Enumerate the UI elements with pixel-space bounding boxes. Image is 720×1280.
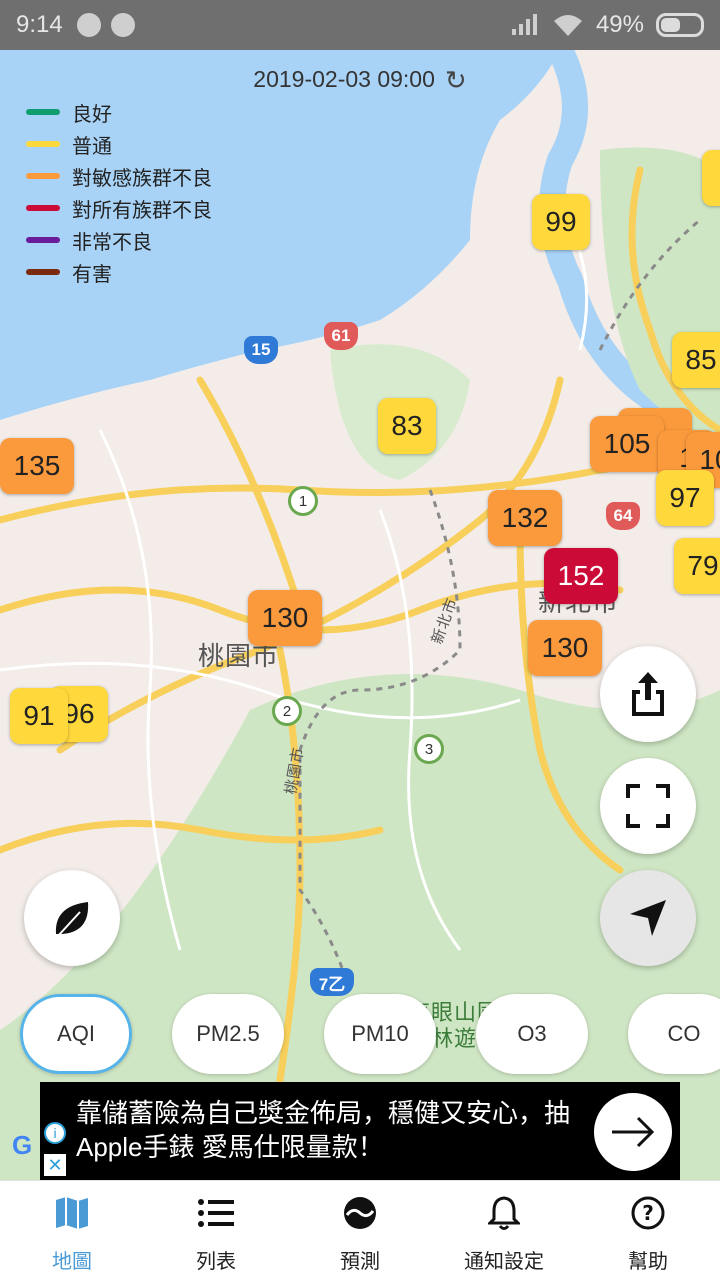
legend-swatch	[26, 269, 60, 275]
legend-label: 對所有族群不良	[72, 199, 212, 222]
svg-text:?: ?	[642, 1201, 654, 1225]
aqi-marker-83[interactable]: 83	[378, 398, 436, 454]
route-shield-15: 15	[244, 336, 278, 364]
leaf-icon	[55, 902, 89, 937]
legend-item: 對所有族群不良	[26, 192, 212, 224]
legend-swatch	[26, 141, 60, 147]
navigation-arrow-icon	[630, 900, 666, 936]
aqi-marker-85[interactable]: 85	[672, 332, 720, 388]
aqi-marker-5[interactable]: 5	[702, 150, 720, 206]
map-icon	[54, 1195, 90, 1231]
aqi-marker-130-newtaipei[interactable]: 130	[528, 620, 602, 676]
signal-icon	[511, 14, 537, 35]
nav-map-label: 地圖	[52, 1251, 92, 1273]
legend-label: 普通	[72, 135, 112, 158]
google-logo: G	[12, 1130, 33, 1160]
nav-help[interactable]: ? 幫助	[576, 1181, 720, 1280]
ad-close-icon[interactable]: ✕	[44, 1154, 66, 1176]
arrow-right-icon	[612, 1116, 655, 1148]
aqi-marker-99[interactable]: 99	[532, 194, 590, 250]
aqi-marker-97[interactable]: 97	[656, 470, 714, 526]
map-view[interactable]: 2019-02-03 09:00 ↻ 良好普通對敏感族群不良 對所有族群不良 非常不良…	[0, 50, 720, 1180]
legend-swatch	[26, 237, 60, 243]
nav-notifications[interactable]: 通知設定	[432, 1181, 576, 1280]
ad-text: 靠儲蓄險為自己獎金佈局，穩健又安心，抽Apple手錶 愛馬仕限量款！	[76, 1098, 571, 1162]
nav-forecast[interactable]: 預測	[288, 1181, 432, 1280]
ad-arrow-button[interactable]	[594, 1093, 672, 1171]
ad-info-icon[interactable]: i	[44, 1122, 66, 1144]
legend-label: 非常不良	[72, 231, 152, 254]
locate-button[interactable]	[600, 870, 696, 966]
aqi-legend: 良好普通對敏感族群不良 對所有族群不良 非常不良有害	[26, 96, 212, 288]
nav-notifications-label: 通知設定	[464, 1251, 544, 1273]
check-icon	[110, 13, 135, 37]
battery-percent: 49%	[595, 11, 644, 38]
leaf-button[interactable]	[24, 870, 120, 966]
share-icon	[632, 672, 664, 716]
share-button[interactable]	[600, 646, 696, 742]
legend-label: 良好	[72, 103, 112, 126]
legend-swatch	[26, 205, 60, 211]
route-shield-7: 7乙	[310, 968, 354, 996]
aqi-marker-132[interactable]: 132	[488, 490, 562, 546]
aqi-marker-152[interactable]: 152	[544, 548, 618, 604]
fullscreen-button[interactable]	[600, 758, 696, 854]
nav-forecast-label: 預測	[340, 1251, 380, 1273]
ad-banner[interactable]: i ✕ 靠儲蓄險為自己獎金佈局，穩健又安心，抽Apple手錶 愛馬仕限量款！	[40, 1082, 680, 1180]
aqi-marker-79[interactable]: 79	[674, 538, 720, 594]
pill-co[interactable]: CO	[628, 994, 720, 1074]
legend-item: 對敏感族群不良	[26, 160, 212, 192]
list-icon	[198, 1195, 234, 1231]
legend-swatch	[26, 109, 60, 115]
aqi-marker-105[interactable]: 105	[590, 416, 664, 472]
fullscreen-icon	[626, 784, 670, 828]
help-icon: ?	[630, 1195, 666, 1231]
nav-map[interactable]: 地圖	[0, 1181, 144, 1280]
legend-item: 良好	[26, 96, 212, 128]
county-road-2: 2	[272, 696, 302, 726]
forecast-icon	[342, 1195, 378, 1231]
notification-icon	[76, 13, 101, 37]
aqi-marker-91[interactable]: 91	[10, 688, 68, 744]
bell-icon	[486, 1195, 522, 1231]
timestamp-bar: 2019-02-03 09:00 ↻	[0, 65, 720, 96]
legend-item: 非常不良	[26, 224, 212, 256]
battery-icon	[656, 13, 704, 37]
nav-list[interactable]: 列表	[144, 1181, 288, 1280]
county-road-1: 1	[288, 486, 318, 516]
nav-list-label: 列表	[196, 1251, 236, 1273]
status-time: 9:14	[16, 11, 63, 38]
legend-item: 普通	[26, 128, 212, 160]
status-bar: 9:14 49%	[0, 0, 720, 50]
aqi-marker-135[interactable]: 135	[0, 438, 74, 494]
legend-item: 有害	[26, 256, 212, 288]
route-shield-64: 64	[606, 502, 640, 530]
app-root: 9:14 49% 2019-02-03 09:00 ↻ 良好 普通 對敏感族群不…	[0, 0, 720, 1280]
bottom-nav: 地圖 列表 預測 通知設定 ? 幫助	[0, 1180, 720, 1280]
pill-pm25[interactable]: PM2.5	[172, 994, 284, 1074]
legend-label: 有害	[72, 263, 112, 286]
pill-pm10[interactable]: PM10	[324, 994, 436, 1074]
refresh-icon[interactable]: ↻	[445, 65, 467, 96]
legend-label: 對敏感族群不良	[72, 167, 212, 190]
wifi-icon	[553, 15, 582, 36]
nav-help-label: 幫助	[628, 1251, 668, 1273]
county-road-3: 3	[414, 734, 444, 764]
aqi-marker-130-taoyuan[interactable]: 130	[248, 590, 322, 646]
pill-o3[interactable]: O3	[476, 994, 588, 1074]
route-shield-61: 61	[324, 322, 358, 350]
timestamp-text: 2019-02-03 09:00	[253, 66, 435, 92]
pill-aqi[interactable]: AQI	[20, 994, 132, 1074]
legend-swatch	[26, 173, 60, 179]
